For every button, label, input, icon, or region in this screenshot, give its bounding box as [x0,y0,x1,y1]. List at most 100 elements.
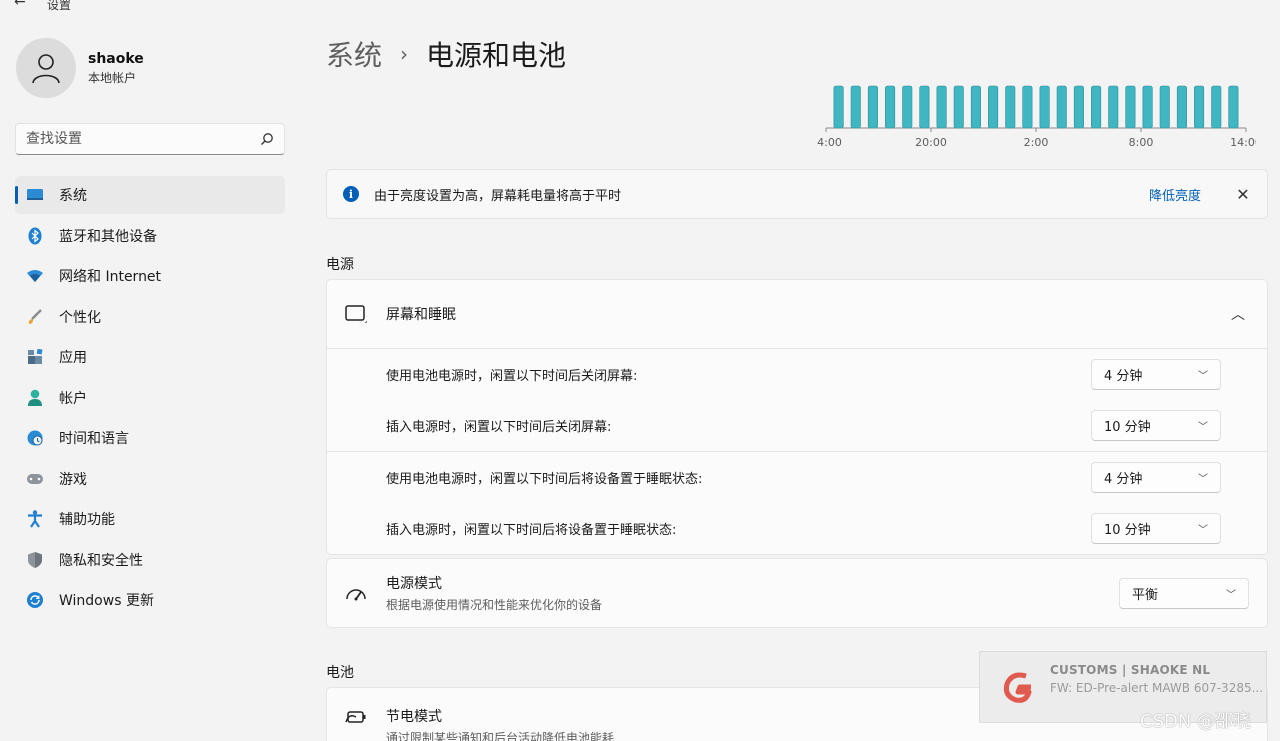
usage-bar [1108,85,1119,129]
usage-bar [1194,85,1205,129]
app-logo-icon [1003,672,1032,703]
sidebar-item-label: 辅助功能 [59,512,115,528]
usage-bar [1176,85,1187,129]
accessibility-icon [25,509,45,529]
power-mode-dropdown[interactable]: 平衡 ﹀ [1119,577,1249,609]
tick-label: 14:00 [816,136,842,149]
screen-sleep-card: 屏幕和睡眠 ︿ 使用电池电源时，闲置以下时间后关闭屏幕: 4 分钟 ﹀ 插入电源… [326,279,1268,555]
sidebar-item-system[interactable]: 系统 [15,176,285,214]
battery-usage-chart: 14:00 20:00 2:00 8:00 14:00 [816,85,1256,149]
reduce-brightness-link[interactable]: 降低亮度 [1149,185,1201,204]
battery-screen-off-dropdown[interactable]: 4 分钟 ﹀ [1091,359,1221,390]
sidebar-item-label: 游戏 [59,471,87,488]
chevron-down-icon: ﹀ [1226,589,1236,601]
sidebar-item-gaming[interactable]: 游戏 [15,460,285,498]
sidebar-item-windows-update[interactable]: Windows 更新 [15,581,285,619]
screen-off-group: 使用电池电源时，闲置以下时间后关闭屏幕: 4 分钟 ﹀ 插入电源时，闲置以下时间… [327,349,1267,451]
toast-body: FW: ED-Pre-alert MAWB 607-3285... [1050,681,1264,695]
sidebar-item-bluetooth[interactable]: 蓝牙和其他设备 [15,217,285,255]
usage-bar [1211,85,1222,129]
brightness-info-bar: i 由于亮度设置为高，屏幕耗电量将高于平时 降低亮度 ✕ [326,169,1268,219]
setting-row: 插入电源时，闲置以下时间后将设备置于睡眠状态: 10 分钟 ﹀ [327,503,1267,554]
sleep-group: 使用电池电源时，闲置以下时间后将设备置于睡眠状态: 4 分钟 ﹀ 插入电源时，闲… [327,451,1267,554]
search-box[interactable] [15,123,285,155]
sidebar-item-personalization[interactable]: 个性化 [15,298,285,336]
avatar [16,38,76,98]
tick-label: 2:00 [1024,136,1049,149]
dropdown-value: 4 分钟 [1104,369,1143,384]
wifi-icon [25,266,45,286]
apps-icon [25,347,45,367]
search-input[interactable] [26,131,260,147]
usage-bar [1056,85,1067,129]
main-content: 系统 › 电源和电池 14:00 20:00 2:00 8:00 14:00 i 由于亮… [326,0,1268,741]
sidebar-item-time-language[interactable]: 时间和语言 [15,419,285,457]
setting-label: 插入电源时，闲置以下时间后将设备置于睡眠状态: [386,523,677,538]
setting-label: 使用电池电源时，闲置以下时间后关闭屏幕: [386,369,638,384]
page-title: 电源和电池 [426,39,567,72]
search-icon[interactable] [260,132,274,146]
battery-sleep-dropdown[interactable]: 4 分钟 ﹀ [1091,462,1221,493]
power-mode-card: 电源模式 根据电源使用情况和性能来优化你的设备 平衡 ﹀ [326,558,1268,628]
brush-icon [25,307,45,327]
sidebar-item-accounts[interactable]: 帐户 [15,379,285,417]
battery-saver-description: 通过限制某些通知和后台活动降低电池能耗 [386,731,615,741]
nav-list: 系统 蓝牙和其他设备 网络和 Internet 个性化 应用 帐户 时间和语言 … [15,176,285,622]
shield-icon [25,550,45,570]
person-icon [32,54,60,84]
usage-bar [1125,85,1136,129]
breadcrumb-separator: › [400,42,409,66]
setting-label: 使用电池电源时，闲置以下时间后将设备置于睡眠状态: [386,472,703,487]
close-icon[interactable]: ✕ [1235,185,1251,204]
sidebar: shaoke 本地帐户 系统 蓝牙和其他设备 网络和 Interne [0,0,300,741]
bluetooth-icon [25,226,45,246]
chevron-down-icon: ﹀ [1198,474,1208,485]
battery-saver-icon [345,706,367,728]
chevron-down-icon: ﹀ [1198,422,1208,433]
dropdown-value: 10 分钟 [1104,523,1151,538]
screen-sleep-icon [345,303,367,325]
screen-sleep-header[interactable]: 屏幕和睡眠 ︿ [327,280,1267,349]
power-section-title: 电源 [326,257,354,273]
sidebar-item-apps[interactable]: 应用 [15,338,285,376]
sidebar-item-label: 系统 [59,188,87,204]
usage-bar [833,85,844,129]
usage-bar [1142,85,1153,129]
setting-label: 插入电源时，闲置以下时间后关闭屏幕: [386,420,612,435]
power-mode-description: 根据电源使用情况和性能来优化你的设备 [386,598,603,612]
sidebar-item-privacy[interactable]: 隐私和安全性 [15,541,285,579]
watermark: CSDN @邵晓 [1140,711,1252,732]
sidebar-item-label: 帐户 [59,390,87,407]
usage-bar [953,85,964,129]
usage-bar [1005,85,1016,129]
sidebar-item-network[interactable]: 网络和 Internet [15,257,285,295]
sidebar-item-label: Windows 更新 [59,593,154,609]
plugged-sleep-dropdown[interactable]: 10 分钟 ﹀ [1091,513,1221,544]
sidebar-item-label: 隐私和安全性 [59,552,143,569]
usage-bar [988,85,999,129]
person-icon [25,388,45,408]
usage-bar [1039,85,1050,129]
gamepad-icon [25,469,45,489]
dropdown-value: 4 分钟 [1104,472,1143,487]
chevron-up-icon[interactable]: ︿ [1231,304,1245,324]
update-icon [25,590,45,610]
tick-label: 8:00 [1129,136,1154,149]
chevron-down-icon: ﹀ [1198,371,1208,382]
usage-bar [1073,85,1084,129]
usage-bar [970,85,981,129]
user-profile[interactable]: shaoke 本地帐户 [16,38,144,98]
tick-label: 20:00 [915,136,947,149]
usage-bar [850,85,861,129]
usage-bar [1228,85,1239,129]
usage-bar [1091,85,1102,129]
usage-bar [902,85,913,129]
usage-bar [885,85,896,129]
sidebar-item-accessibility[interactable]: 辅助功能 [15,500,285,538]
tick-label: 14:00 [1230,136,1256,149]
plugged-screen-off-dropdown[interactable]: 10 分钟 ﹀ [1091,410,1221,441]
breadcrumb-parent[interactable]: 系统 [326,34,382,74]
globe-clock-icon [25,428,45,448]
sidebar-item-label: 网络和 Internet [59,269,162,285]
power-mode-title: 电源模式 [386,576,442,592]
